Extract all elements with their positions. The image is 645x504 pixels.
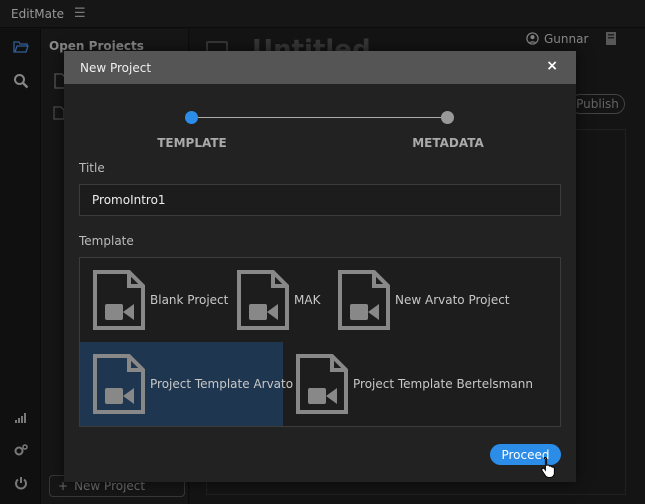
template-card-selected[interactable]: Project Template Arvato [80, 342, 293, 426]
video-file-icon [93, 354, 145, 414]
template-label: Template [79, 234, 134, 248]
template-name: MAK [294, 293, 321, 307]
dialog-header: New Project × [64, 51, 576, 84]
wizard-stepper: TEMPLATE METADATA [64, 84, 576, 164]
step-label-metadata: METADATA [412, 136, 484, 150]
template-name: Blank Project [150, 293, 229, 307]
template-card[interactable]: Project Template Bertelsmann [283, 342, 543, 426]
video-file-icon [296, 354, 348, 414]
template-name: New Arvato Project [395, 293, 510, 307]
step-dot-template[interactable] [185, 111, 198, 124]
step-dot-metadata[interactable] [441, 111, 454, 124]
close-icon[interactable]: × [546, 58, 558, 74]
hand-cursor-icon [541, 456, 555, 478]
video-file-icon [338, 270, 390, 330]
new-project-dialog: New Project × TEMPLATE METADATA Title Te… [64, 51, 576, 482]
title-label: Title [79, 161, 105, 175]
video-file-icon [237, 270, 289, 330]
video-file-icon [93, 270, 145, 330]
template-name: Project Template Bertelsmann [353, 377, 533, 391]
template-grid: Blank Project MAK New Arvato Project Pro… [79, 257, 561, 427]
step-label-template: TEMPLATE [157, 136, 227, 150]
step-connector [192, 117, 448, 118]
title-input[interactable] [79, 184, 561, 216]
template-name: Project Template Arvato [150, 377, 294, 391]
dialog-title: New Project [80, 60, 152, 75]
template-card[interactable]: MAK [224, 258, 324, 342]
template-card[interactable]: New Arvato Project [325, 258, 525, 342]
template-card[interactable]: Blank Project [80, 258, 230, 342]
